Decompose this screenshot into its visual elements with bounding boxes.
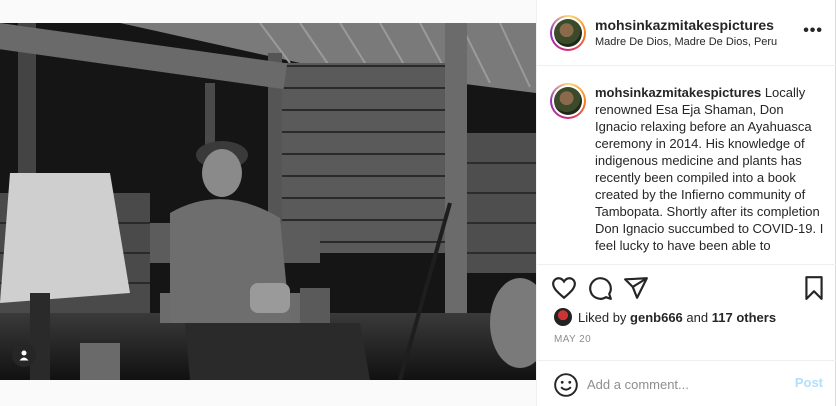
post-actions: Liked by genb666 and 117 others MAY 20 P…	[537, 264, 836, 406]
caption-text: Locally renowned Esa Eja Shaman, Don Ign…	[595, 85, 824, 253]
photo-scene	[0, 23, 536, 380]
liker-username[interactable]: genb666	[630, 310, 683, 325]
tag-people-button[interactable]	[12, 343, 36, 367]
location-link[interactable]: Madre De Dios, Madre De Dios, Peru	[595, 36, 777, 48]
post-header: mohsinkazmitakespictures Madre De Dios, …	[537, 0, 836, 66]
bookmark-icon[interactable]	[801, 275, 827, 301]
avatar-image	[554, 87, 582, 115]
liked-by-prefix: Liked by	[578, 309, 627, 325]
caption: mohsinkazmitakespictures Locally renowne…	[595, 84, 825, 254]
comment-icon[interactable]	[587, 275, 613, 301]
liked-by-conj: and	[686, 309, 709, 325]
caption-avatar[interactable]	[550, 83, 586, 119]
liked-by: Liked by genb666 and 117 others	[554, 308, 776, 326]
post-side-panel: mohsinkazmitakespictures Madre De Dios, …	[536, 0, 836, 406]
paper-plane-icon[interactable]	[623, 275, 649, 301]
post-comment-button[interactable]: Post	[795, 375, 823, 390]
likes-count-link[interactable]: 117 others	[712, 310, 776, 325]
comments-area[interactable]: mohsinkazmitakespictures Locally renowne…	[537, 66, 836, 264]
post-date[interactable]: MAY 20	[554, 334, 591, 345]
comment-input[interactable]	[587, 375, 777, 393]
post-photo[interactable]	[0, 23, 536, 380]
header-username-link[interactable]: mohsinkazmitakespictures	[595, 17, 774, 33]
caption-username-link[interactable]: mohsinkazmitakespictures	[595, 85, 761, 100]
comment-bar: Post	[537, 360, 836, 406]
heart-icon[interactable]	[551, 275, 577, 301]
emoji-icon[interactable]	[553, 372, 579, 398]
avatar-image	[554, 19, 582, 47]
more-options-icon[interactable]: •••	[803, 23, 823, 39]
liker-avatar[interactable]	[554, 308, 572, 326]
avatar[interactable]	[550, 15, 586, 51]
user-tag-icon	[19, 350, 29, 361]
instagram-post: mohsinkazmitakespictures Madre De Dios, …	[0, 0, 836, 406]
